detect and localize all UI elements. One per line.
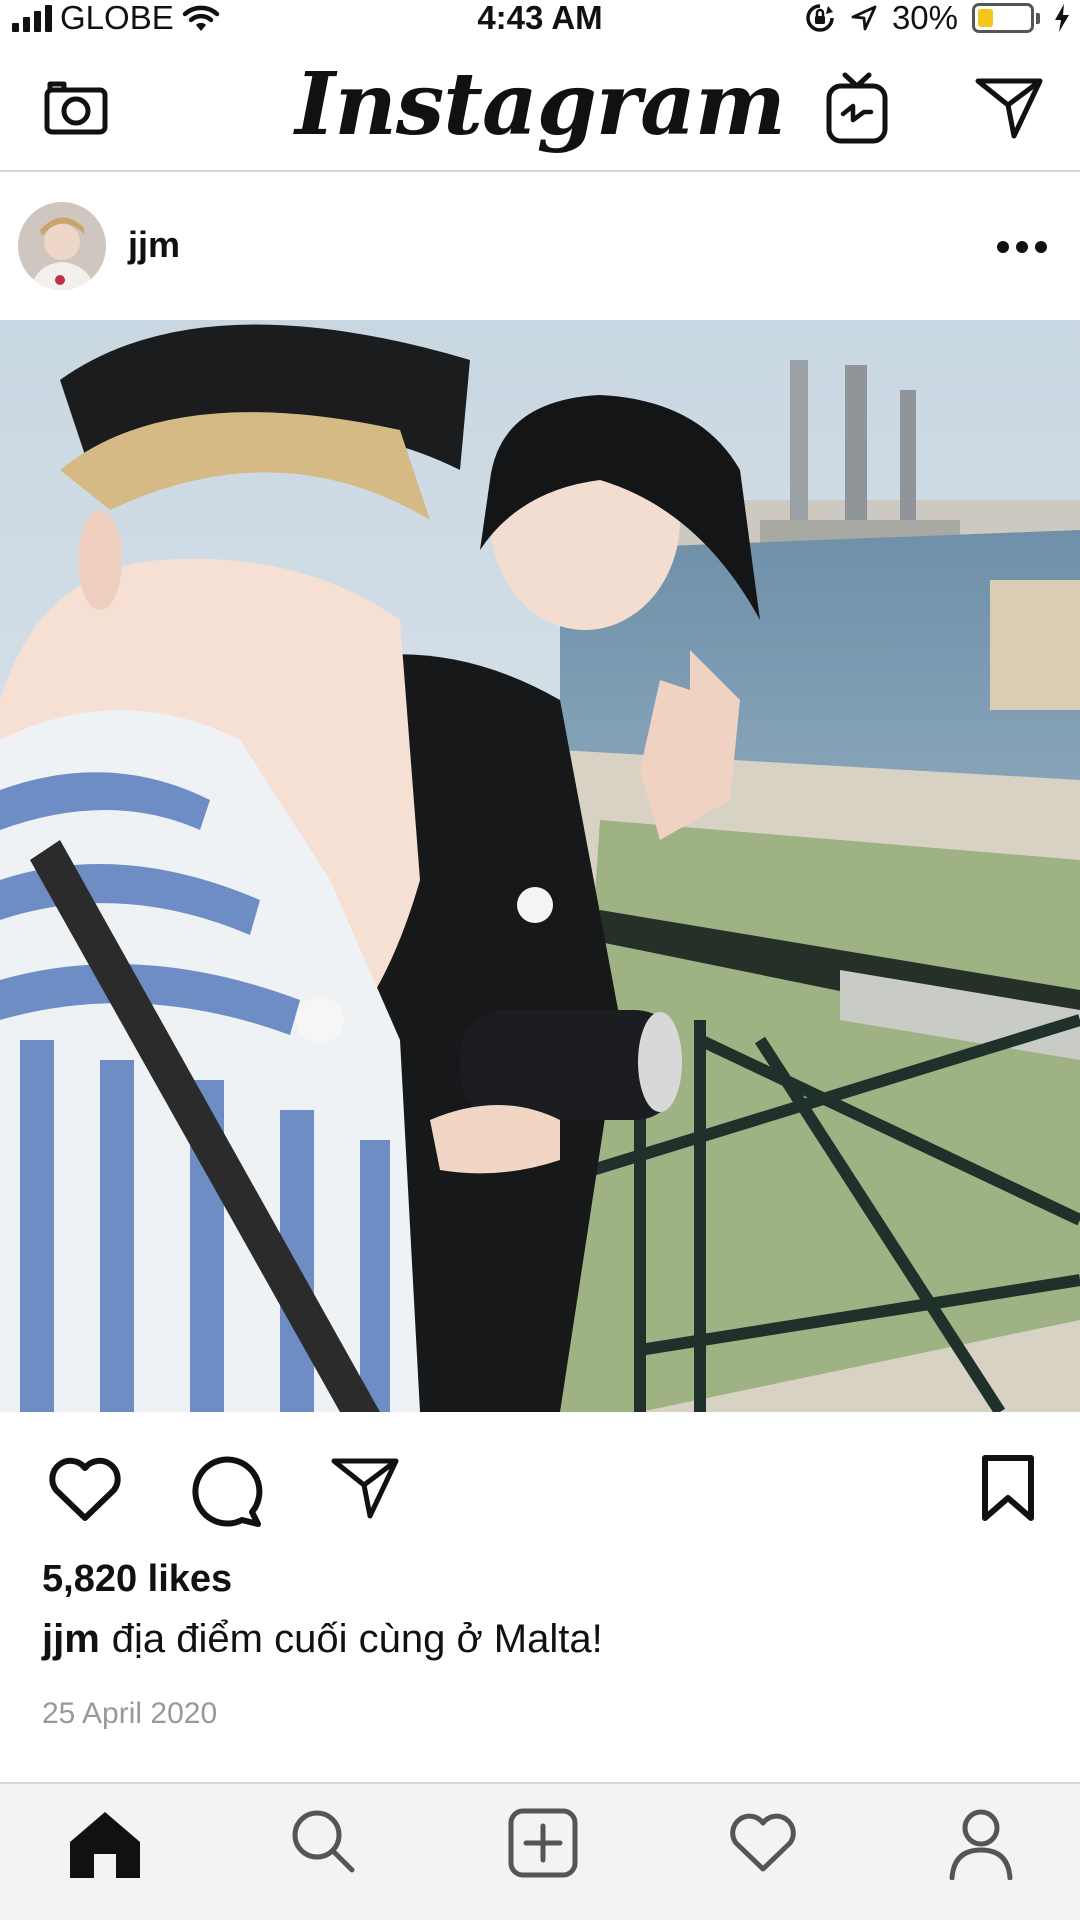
caption-text: địa điểm cuối cùng ở Malta!	[111, 1617, 603, 1661]
post-caption: jjm địa điểm cuối cùng ở Malta!	[42, 1617, 603, 1662]
new-post-icon[interactable]	[508, 1808, 578, 1878]
charging-icon	[1055, 4, 1069, 32]
rotation-lock-icon	[806, 4, 834, 32]
post-username[interactable]: jjm	[128, 224, 180, 266]
tab-bar	[0, 1782, 1080, 1920]
like-count[interactable]: 5,820 likes	[42, 1558, 232, 1601]
post-actions	[0, 1412, 1080, 1562]
avatar[interactable]	[18, 202, 106, 290]
post-date: 25 April 2020	[42, 1697, 218, 1730]
battery-percent: 30%	[891, 0, 958, 36]
home-icon[interactable]	[68, 1808, 142, 1880]
profile-icon[interactable]	[948, 1806, 1014, 1880]
comment-icon[interactable]	[188, 1452, 264, 1528]
post-photo[interactable]	[0, 320, 1080, 1412]
app-header: Instagram	[0, 44, 1080, 172]
screen: GLOBE 4:43 AM 30% Instagram jjm 5,820 li…	[0, 0, 1080, 1920]
share-icon[interactable]	[330, 1456, 400, 1520]
caption-username[interactable]: jjm	[42, 1617, 100, 1661]
location-icon	[851, 5, 877, 31]
direct-message-icon[interactable]	[974, 76, 1044, 140]
igtv-icon[interactable]	[826, 72, 888, 144]
battery-icon	[972, 3, 1040, 33]
post-header: jjm	[0, 174, 1080, 314]
status-bar: GLOBE 4:43 AM 30%	[0, 0, 1080, 36]
like-icon[interactable]	[46, 1454, 124, 1524]
more-options-icon[interactable]	[996, 240, 1048, 254]
instagram-app: GLOBE 4:43 AM 30% Instagram jjm 5,820 li…	[0, 0, 1080, 1920]
instagram-logo: Instagram	[295, 54, 786, 155]
bookmark-icon[interactable]	[980, 1454, 1036, 1524]
activity-icon[interactable]	[728, 1812, 798, 1874]
status-right: 30%	[804, 0, 1070, 36]
search-icon[interactable]	[290, 1808, 356, 1874]
